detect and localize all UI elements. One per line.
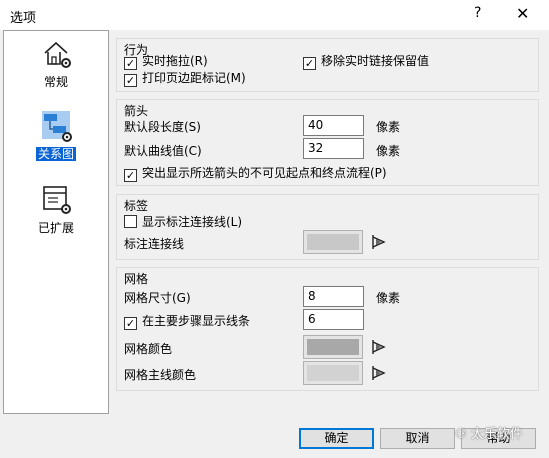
- default-segment-length-input[interactable]: 40: [303, 115, 364, 136]
- title-bar: 选项 ? ✕: [0, 0, 549, 30]
- label-connector-color-swatch[interactable]: [303, 230, 363, 254]
- print-margin-marks-label: 打印页边距标记(M): [142, 71, 246, 85]
- checkbox-box[interactable]: ✓: [124, 74, 137, 87]
- checkbox-box[interactable]: ✓: [124, 169, 137, 182]
- wechat-icon: ⚇: [455, 427, 467, 442]
- default-curve-input[interactable]: 32: [303, 138, 364, 159]
- default-segment-length-label: 默认段长度(S): [124, 120, 201, 134]
- grid-color-label: 网格颜色: [124, 342, 173, 356]
- relation-diagram-gear-icon: [42, 111, 72, 142]
- grid-size-input[interactable]: 8: [303, 286, 364, 307]
- grid-group-title: 网格: [124, 272, 149, 286]
- remove-realtime-link-checkbox[interactable]: ✓ 移除实时链接保留值: [303, 52, 429, 70]
- show-lines-major-label: 在主要步骤显示线条: [142, 314, 251, 328]
- extended-window-gear-icon: [43, 186, 71, 214]
- default-curve-label: 默认曲线值(C): [124, 144, 202, 158]
- house-gear-icon: [44, 41, 71, 68]
- show-label-connector-label: 显示标注连接线(L): [142, 215, 243, 229]
- show-lines-major-checkbox[interactable]: ✓ 在主要步骤显示线条: [124, 312, 250, 330]
- grid-size-label: 网格尺寸(G): [124, 291, 191, 305]
- ok-button[interactable]: 确定: [299, 428, 374, 449]
- checkbox-box[interactable]: ✓: [124, 317, 137, 330]
- grid-color-fill: [307, 339, 359, 355]
- realtime-drag-checkbox[interactable]: ✓ 实时拖拉(R): [124, 52, 208, 70]
- help-icon[interactable]: ?: [474, 5, 481, 21]
- highlight-invisible-checkbox[interactable]: ✓ 突出显示所选箭头的不可见起点和终点流程(P): [124, 164, 387, 182]
- labels-group-title: 标签: [124, 199, 149, 213]
- sidebar-item-extended-label: 已扩展: [37, 221, 74, 235]
- checkbox-box[interactable]: [124, 215, 137, 228]
- segment-length-unit: 像素: [376, 120, 401, 134]
- major-step-input[interactable]: 6: [303, 309, 364, 330]
- major-line-color-fill: [307, 365, 359, 381]
- grid-color-swatch[interactable]: [303, 335, 363, 359]
- highlight-invisible-label: 突出显示所选箭头的不可见起点和终点流程(P): [142, 166, 387, 180]
- show-label-connector-checkbox[interactable]: 显示标注连接线(L): [124, 213, 242, 230]
- cancel-button[interactable]: 取消: [380, 428, 455, 449]
- label-connector-color-fill: [307, 234, 359, 250]
- major-line-color-swatch[interactable]: [303, 361, 363, 385]
- sidebar-item-general[interactable]: 常规: [4, 37, 108, 97]
- sidebar-item-extended[interactable]: 已扩展: [4, 183, 108, 243]
- sidebar-item-general-label: 常规: [43, 75, 68, 89]
- color-picker-icon[interactable]: [370, 338, 388, 356]
- category-sidebar: 常规 关系图 已扩展: [3, 30, 109, 414]
- curve-unit: 像素: [376, 144, 401, 158]
- checkbox-box[interactable]: ✓: [303, 57, 316, 70]
- sidebar-item-relation-diagram[interactable]: 关系图: [4, 109, 108, 169]
- grid-size-unit: 像素: [376, 291, 401, 305]
- print-margin-marks-checkbox[interactable]: ✓ 打印页边距标记(M): [124, 69, 246, 87]
- close-icon[interactable]: ✕: [516, 4, 529, 23]
- sidebar-item-relation-diagram-label: 关系图: [35, 147, 76, 161]
- remove-realtime-link-label: 移除实时链接保留值: [321, 54, 430, 68]
- realtime-drag-label: 实时拖拉(R): [142, 54, 208, 68]
- watermark-text: 太乐软件: [470, 427, 523, 442]
- watermark: ⚇ 太乐软件: [455, 423, 523, 442]
- color-picker-icon[interactable]: [370, 233, 388, 251]
- label-connector-label: 标注连接线: [124, 237, 185, 251]
- arrows-group-title: 箭头: [124, 104, 149, 118]
- color-picker-icon[interactable]: [370, 364, 388, 382]
- window-title: 选项: [10, 11, 37, 26]
- major-line-color-label: 网格主线颜色: [124, 368, 197, 382]
